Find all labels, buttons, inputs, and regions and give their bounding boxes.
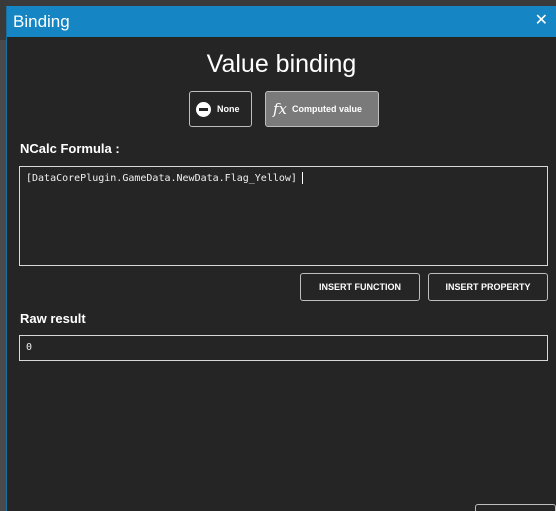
computed-value-mode-button[interactable]: fx Computed value	[265, 91, 379, 127]
formula-text: [DataCorePlugin.GameData.NewData.Flag_Ye…	[26, 173, 297, 184]
none-mode-label: None	[217, 104, 240, 114]
close-icon[interactable]: ✕	[535, 10, 548, 29]
no-entry-icon	[196, 101, 211, 117]
dialog-titlebar[interactable]: Binding ✕	[7, 6, 556, 37]
raw-result-label: Raw result	[20, 311, 86, 326]
dialog-title: Binding	[13, 12, 70, 31]
formula-label: NCalc Formula :	[20, 141, 120, 156]
computed-value-label: Computed value	[292, 104, 363, 114]
page-title: Value binding	[206, 50, 357, 78]
formula-input[interactable]: [DataCorePlugin.GameData.NewData.Flag_Ye…	[19, 166, 548, 266]
insert-function-button[interactable]: INSERT FUNCTION	[300, 273, 420, 301]
raw-result-value: 0	[26, 342, 33, 353]
raw-result-field: 0	[19, 335, 548, 361]
fx-function-icon: fx	[273, 100, 288, 118]
binding-dialog: Binding ✕ Value binding None fx Computed…	[6, 6, 556, 511]
insert-property-button[interactable]: INSERT PROPERTY	[428, 273, 548, 301]
footer-button-partial[interactable]	[475, 504, 556, 511]
none-mode-button[interactable]: None	[189, 91, 252, 127]
text-caret	[301, 172, 303, 184]
